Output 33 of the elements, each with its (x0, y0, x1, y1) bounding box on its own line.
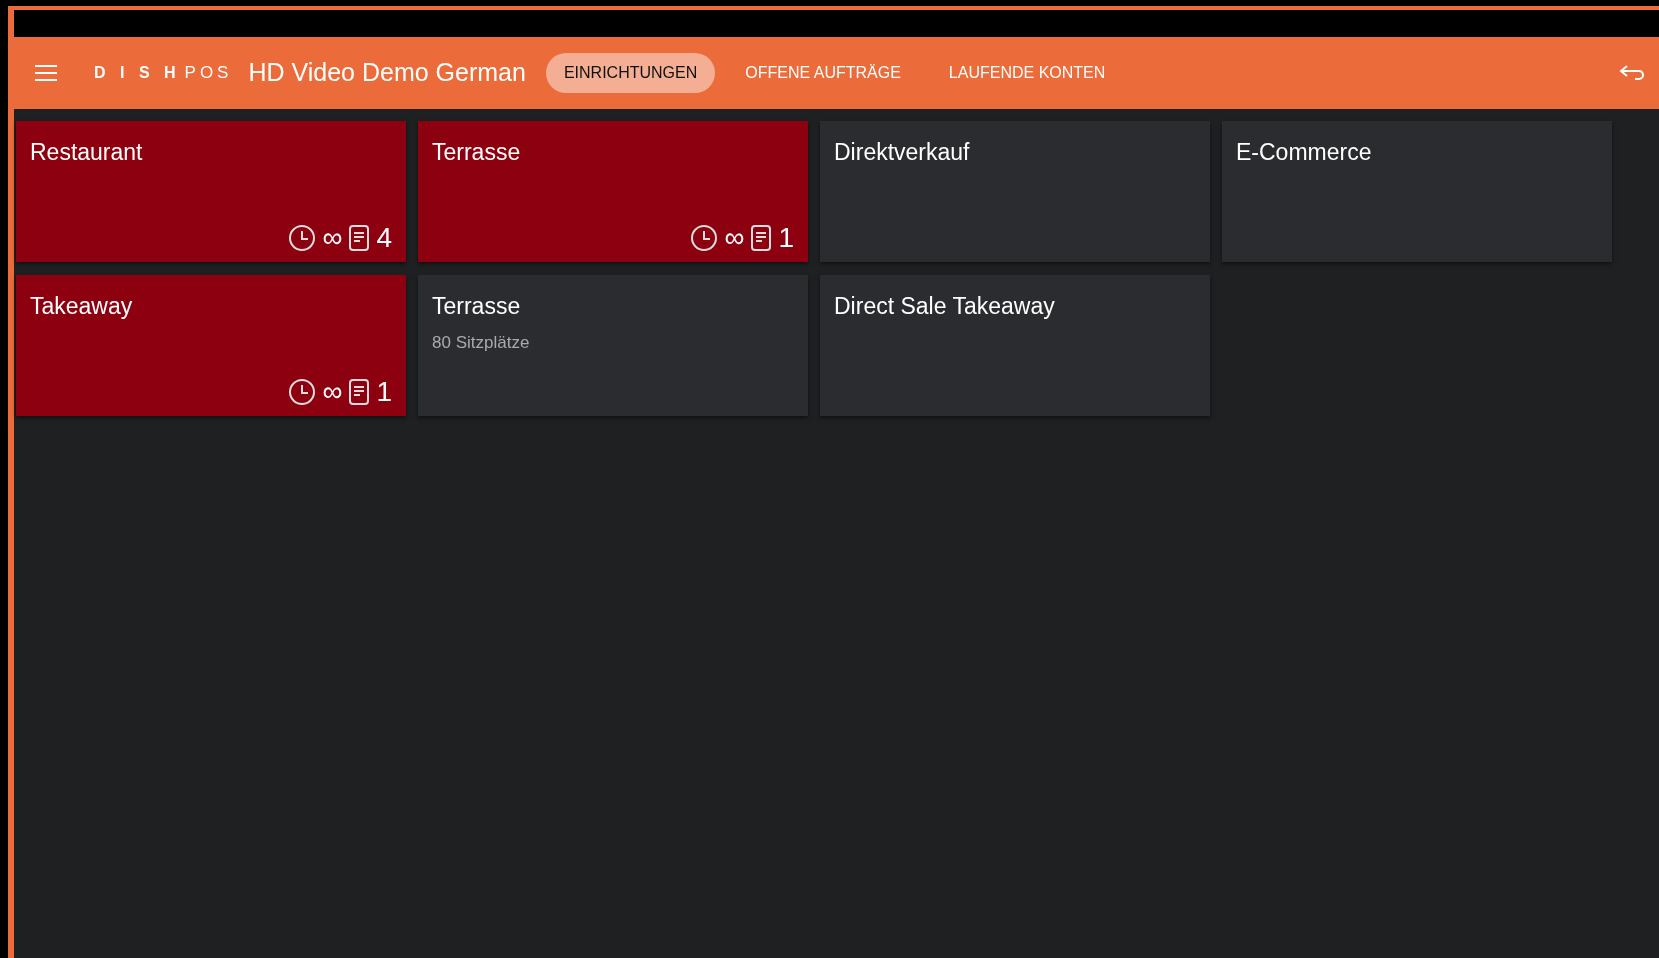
area-name: Restaurant (30, 138, 144, 167)
area-tile[interactable]: Takeaway ∞ 1 (16, 275, 406, 416)
area-name: E-Commerce (1236, 138, 1373, 167)
brand-logo-suffix: POS (184, 62, 233, 85)
venue-title: HD Video Demo German (248, 57, 526, 89)
order-count: 4 (376, 224, 392, 252)
area-tile[interactable]: Terrasse ∞ 1 (418, 121, 808, 262)
area-name: Direct Sale Takeaway (834, 292, 1056, 321)
clock-icon (288, 224, 317, 252)
clock-icon (690, 224, 719, 252)
back-icon[interactable] (1619, 63, 1645, 83)
seat-count: 80 Sitzplätze (432, 331, 531, 354)
receipt-icon (348, 224, 371, 252)
area-tile[interactable]: Direktverkauf (820, 121, 1210, 262)
duration-text: ∞ (724, 224, 745, 252)
area-tile[interactable]: E-Commerce (1222, 121, 1612, 262)
clock-icon (288, 378, 317, 406)
area-name: Direktverkauf (834, 138, 971, 167)
receipt-icon (348, 378, 371, 406)
area-tile[interactable]: Direct Sale Takeaway (820, 275, 1210, 416)
menu-icon[interactable] (34, 64, 58, 82)
duration-text: ∞ (322, 378, 343, 406)
duration-text: ∞ (322, 224, 343, 252)
area-name: Takeaway (30, 292, 134, 321)
receipt-icon (750, 224, 773, 252)
area-name: Terrasse (432, 138, 522, 167)
area-tile[interactable]: Restaurant ∞ 4 (16, 121, 406, 262)
order-count: 1 (376, 378, 392, 406)
brand-logo: D I S H (94, 63, 181, 83)
nav-tab[interactable]: EINRICHTUNGEN (545, 53, 716, 93)
order-count: 1 (778, 224, 794, 252)
area-tile[interactable]: Terrasse 80 Sitzplätze (418, 275, 808, 416)
area-name: Terrasse (432, 292, 522, 321)
